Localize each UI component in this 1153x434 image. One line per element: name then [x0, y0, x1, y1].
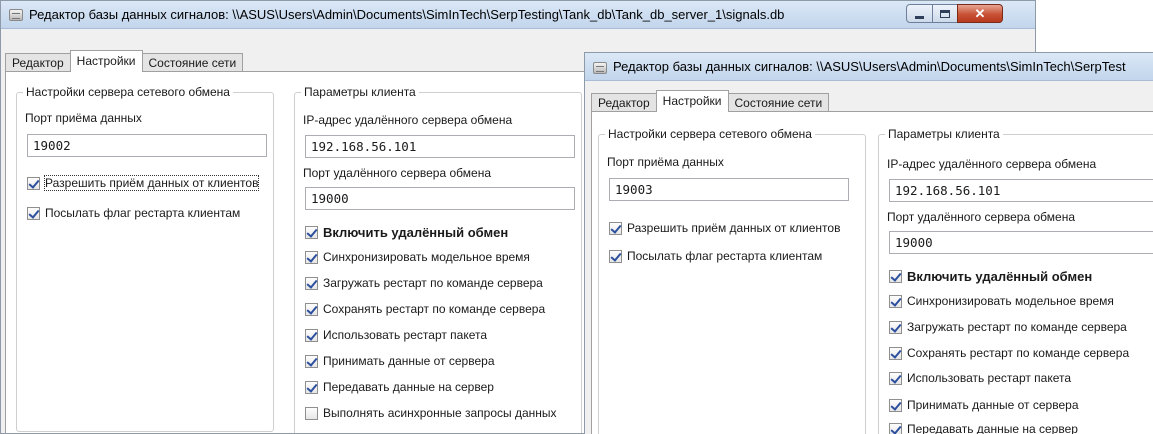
minimize-icon: [915, 15, 924, 19]
checkmark-icon: [889, 371, 902, 385]
receive-data-checkbox-1[interactable]: Принимать данные от сервера: [305, 354, 495, 368]
signals-db-editor-window-2: Редактор базы данных сигналов: \\ASUS\Us…: [584, 52, 1153, 434]
checkmark-icon: [305, 380, 318, 394]
window-title-1: Редактор базы данных сигналов: \\ASUS\Us…: [29, 7, 785, 22]
server-settings-group-2: Настройки сервера сетевого обмена Порт п…: [598, 127, 866, 434]
client-params-group-1: Параметры клиента IP-адрес удалённого се…: [294, 85, 582, 433]
allow-clients-checkbox-2[interactable]: Разрешить приём данных от клиентов: [609, 221, 840, 235]
sync-time-checkbox-1[interactable]: Синхронизировать модельное время: [305, 250, 530, 264]
load-restart-checkbox-2[interactable]: Загружать рестарт по команде сервера: [889, 320, 1127, 334]
checkmark-icon: [305, 328, 318, 342]
checkmark-icon: [305, 226, 318, 239]
checkmark-icon: [305, 302, 318, 316]
ip-label-1: IP-адрес удалённого сервера обмена: [303, 113, 513, 127]
database-window-icon: [9, 9, 23, 21]
checkmark-icon: [305, 354, 318, 368]
maximize-icon: [940, 9, 950, 18]
checkmark-icon: [305, 250, 318, 264]
ip-input-2[interactable]: 192.168.56.101: [889, 179, 1153, 202]
port-label-1: Порт приёма данных: [25, 111, 142, 125]
checkmark-icon: [889, 422, 902, 434]
title-bar-1[interactable]: Редактор базы данных сигналов: \\ASUS\Us…: [1, 1, 1035, 29]
server-settings-group-1: Настройки сервера сетевого обмена Порт п…: [16, 85, 274, 432]
use-restart-checkbox-2[interactable]: Использовать рестарт пакета: [889, 371, 1071, 385]
server-settings-legend-1: Настройки сервера сетевого обмена: [23, 85, 233, 99]
sync-time-checkbox-2[interactable]: Синхронизировать модельное время: [889, 294, 1114, 308]
save-restart-checkbox-1[interactable]: Сохранять рестарт по команде сервера: [305, 302, 545, 316]
send-data-checkbox-1[interactable]: Передавать данные на сервер: [305, 380, 494, 394]
close-button-1[interactable]: ✕: [957, 4, 1003, 23]
remote-port-input-2[interactable]: 19000: [889, 231, 1153, 254]
tab-strip-1: Редактор Настройки Состояние сети: [5, 50, 244, 72]
checkmark-icon: [889, 270, 902, 283]
tab-editor-2[interactable]: Редактор: [591, 93, 657, 112]
tab-strip-2: Редактор Настройки Состояние сети: [591, 90, 830, 112]
caption-buttons-1: ✕: [906, 4, 1003, 23]
port-label-2: Порт приёма данных: [607, 155, 724, 169]
tab-settings-2[interactable]: Настройки: [655, 90, 729, 112]
checkmark-icon: [889, 294, 902, 308]
title-bar-2[interactable]: Редактор базы данных сигналов: \\ASUS\Us…: [585, 53, 1153, 81]
checkmark-icon: [889, 320, 902, 334]
checkmark-icon: [609, 221, 622, 235]
tab-network-status-1[interactable]: Состояние сети: [141, 53, 244, 72]
ip-label-2: IP-адрес удалённого сервера обмена: [887, 157, 1097, 171]
receive-data-checkbox-2[interactable]: Принимать данные от сервера: [889, 398, 1079, 412]
enable-remote-checkbox-2[interactable]: Включить удалённый обмен: [889, 269, 1092, 284]
checkmark-icon: [27, 206, 40, 220]
restart-flag-checkbox-1[interactable]: Посылать флаг рестарта клиентам: [27, 206, 240, 220]
tab-editor-1[interactable]: Редактор: [5, 53, 71, 72]
server-settings-legend-2: Настройки сервера сетевого обмена: [605, 127, 815, 141]
checkmark-icon: [27, 176, 40, 190]
maximize-button-1[interactable]: [932, 4, 958, 23]
checkmark-icon: [305, 276, 318, 290]
port-input-2[interactable]: 19003: [609, 178, 849, 201]
settings-panel-2: Настройки сервера сетевого обмена Порт п…: [591, 111, 1153, 434]
save-restart-checkbox-2[interactable]: Сохранять рестарт по команде сервера: [889, 346, 1129, 360]
close-icon: ✕: [974, 6, 986, 21]
use-restart-checkbox-1[interactable]: Использовать рестарт пакета: [305, 328, 487, 342]
allow-clients-checkbox-1[interactable]: Разрешить приём данных от клиентов: [27, 175, 260, 191]
port-input-1[interactable]: 19002: [27, 134, 267, 157]
checkmark-icon: [889, 346, 902, 360]
checkbox-empty-icon: [305, 406, 318, 420]
remote-port-label-1: Порт удалённого сервера обмена: [303, 166, 491, 180]
restart-flag-checkbox-2[interactable]: Посылать флаг рестарта клиентам: [609, 249, 822, 263]
checkmark-icon: [889, 398, 902, 412]
remote-port-input-1[interactable]: 19000: [305, 187, 575, 210]
tab-settings-1[interactable]: Настройки: [69, 50, 143, 72]
client-params-legend-2: Параметры клиента: [885, 127, 1003, 141]
async-requests-checkbox-1[interactable]: Выполнять асинхронные запросы данных: [305, 406, 557, 420]
window-title-2: Редактор базы данных сигналов: \\ASUS\Us…: [613, 59, 1126, 74]
client-params-legend-1: Параметры клиента: [301, 85, 419, 99]
ip-input-1[interactable]: 192.168.56.101: [305, 135, 575, 158]
load-restart-checkbox-1[interactable]: Загружать рестарт по команде сервера: [305, 276, 543, 290]
database-window-icon: [593, 62, 607, 74]
client-params-group-2: Параметры клиента IP-адрес удалённого се…: [878, 127, 1153, 434]
checkmark-icon: [609, 249, 622, 263]
send-data-checkbox-2[interactable]: Передавать данные на сервер: [889, 422, 1078, 434]
minimize-button-1[interactable]: [906, 4, 933, 23]
remote-port-label-2: Порт удалённого сервера обмена: [887, 210, 1075, 224]
tab-network-status-2[interactable]: Состояние сети: [727, 93, 830, 112]
enable-remote-checkbox-1[interactable]: Включить удалённый обмен: [305, 225, 508, 240]
